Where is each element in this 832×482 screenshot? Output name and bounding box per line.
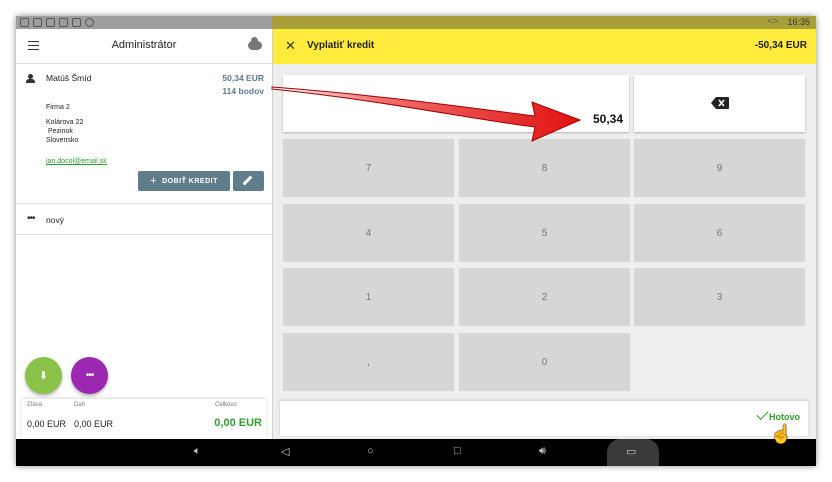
- new-customer-label: nový: [46, 215, 64, 225]
- hand-cursor-icon: ☝: [770, 424, 793, 444]
- customer-company: Firma 2: [46, 104, 70, 111]
- cloud-icon[interactable]: [248, 37, 262, 50]
- backspace-button[interactable]: [634, 75, 805, 132]
- amount-value: 50,34: [592, 112, 623, 126]
- notification-icon: [20, 18, 29, 27]
- done-bar: Hotovo: [280, 401, 808, 436]
- plus-icon: +: [150, 175, 158, 187]
- customer-name: Matúš Šmíd: [46, 73, 92, 83]
- key-5[interactable]: 5: [459, 204, 630, 262]
- close-icon[interactable]: ✕: [285, 38, 296, 54]
- payout-header: ✕ Vyplatiť kredit -50,34 EUR: [273, 29, 816, 64]
- status-bar-right: <> 16:35: [272, 16, 816, 29]
- new-customer-item[interactable]: ••• nový: [16, 205, 272, 235]
- left-header: Administrátor: [16, 29, 272, 64]
- tax-label: Daň: [74, 402, 86, 408]
- key-2[interactable]: 2: [459, 268, 630, 326]
- customer-country: Slovensko: [46, 137, 79, 144]
- system-nav-bar: 🔈︎ ◁ ○ □ 🔊︎ ▭: [16, 439, 816, 466]
- volume-down-icon[interactable]: 🔈︎: [194, 445, 201, 458]
- total-label: Celkovo: [215, 402, 237, 408]
- totals-bar: Zľava 0,00 EUR Daň 0,00 EUR Celkovo 0,00…: [22, 399, 266, 439]
- check-icon: [756, 407, 769, 421]
- more-dots-icon: •••: [85, 370, 94, 381]
- key-3[interactable]: 3: [634, 268, 805, 326]
- notification-icon: [59, 18, 68, 27]
- topup-credit-button[interactable]: + DOBIŤ KREDIT: [138, 171, 230, 191]
- tax-value: 0,00 EUR: [74, 419, 114, 429]
- key-7[interactable]: 7: [283, 139, 454, 197]
- payout-amount: -50,34 EUR: [754, 40, 807, 51]
- backspace-icon: [711, 97, 729, 109]
- screenshot-icon[interactable]: ▭: [626, 445, 636, 458]
- panel-divider: [272, 29, 273, 439]
- key-6[interactable]: 6: [634, 204, 805, 262]
- customer-points: 114 bodov: [222, 86, 264, 96]
- topup-credit-label: DOBIŤ KREDIT: [162, 177, 218, 185]
- key-0[interactable]: 0: [459, 333, 630, 391]
- download-button[interactable]: ⬇: [25, 357, 62, 394]
- notification-icon: [33, 18, 42, 27]
- volume-up-icon[interactable]: 🔊︎: [539, 445, 546, 458]
- done-button[interactable]: Hotovo: [769, 412, 800, 422]
- key-8[interactable]: 8: [459, 139, 630, 197]
- person-icon: [26, 74, 35, 84]
- key-1[interactable]: 1: [283, 268, 454, 326]
- key-4[interactable]: 4: [283, 204, 454, 262]
- back-icon[interactable]: ◁: [281, 445, 289, 458]
- pencil-icon: [242, 175, 253, 186]
- more-actions-button[interactable]: •••: [71, 357, 108, 394]
- tablet-screen: <> 16:35 Administrátor Matúš Šmíd 50,34 …: [16, 16, 816, 466]
- payout-title: Vyplatiť kredit: [307, 40, 375, 51]
- key-comma[interactable]: ,: [283, 333, 454, 391]
- clock: 16:35: [787, 17, 810, 27]
- customer-city: Pezinok: [48, 128, 73, 135]
- home-icon[interactable]: ○: [367, 445, 374, 457]
- notification-icon: [72, 18, 81, 27]
- customer-card[interactable]: Matúš Šmíd 50,34 EUR 114 bodov Firma 2 K…: [16, 66, 272, 204]
- customer-credit: 50,34 EUR: [222, 73, 264, 83]
- status-bar-left: [16, 16, 272, 29]
- notification-icon: [46, 18, 55, 27]
- customer-street: Kolárova 22: [46, 119, 84, 126]
- key-9[interactable]: 9: [634, 139, 805, 197]
- notification-icon: [85, 18, 94, 27]
- download-icon: ⬇: [38, 370, 49, 382]
- total-value: 0,00 EUR: [214, 417, 262, 429]
- discount-value: 0,00 EUR: [27, 419, 67, 429]
- edit-customer-button[interactable]: [233, 171, 264, 191]
- code-icon: <>: [767, 16, 778, 26]
- page-title: Administrátor: [111, 39, 177, 51]
- customer-email-link[interactable]: jan.docol@email.sk: [46, 158, 107, 165]
- more-dots-icon: •••: [27, 213, 35, 224]
- customer-panel: Administrátor Matúš Šmíd 50,34 EUR 114 b…: [16, 29, 272, 439]
- discount-label: Zľava: [27, 402, 43, 408]
- recents-icon[interactable]: □: [454, 445, 461, 457]
- amount-display: 50,34: [283, 75, 629, 132]
